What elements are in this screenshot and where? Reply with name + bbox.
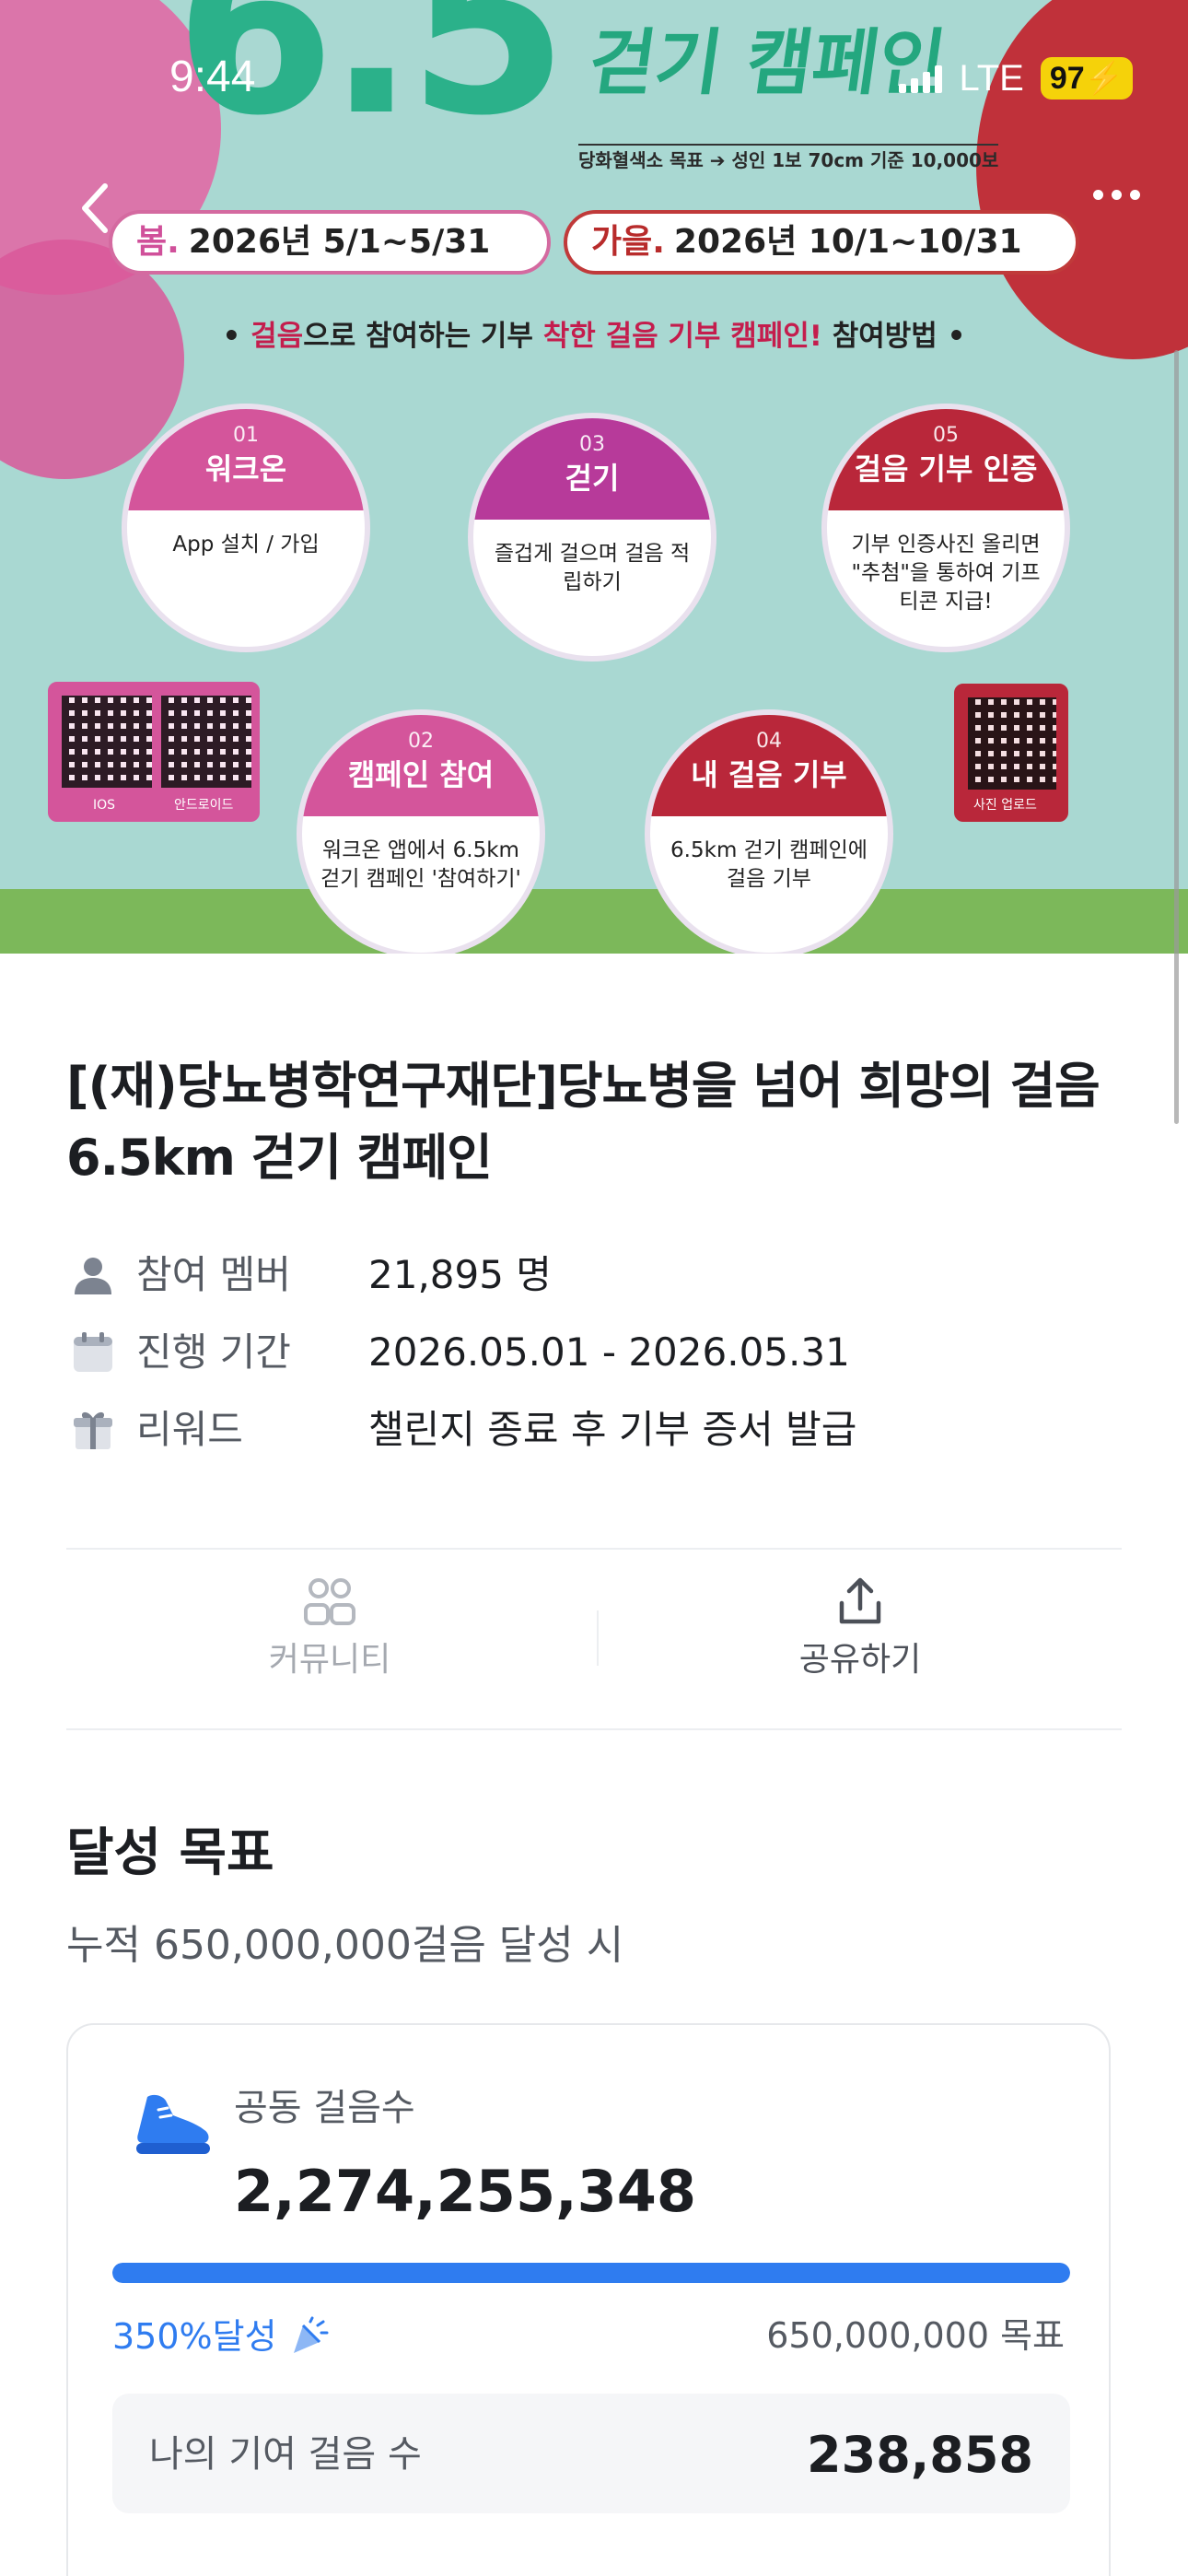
banner-subline: 당화혈색소 목표 ➔ 성인 1보 70cm 기준 10,000보 — [578, 144, 999, 170]
howto-campaign: 착한 걸음 기부 캠페인! — [542, 320, 822, 353]
maple-tree-decoration — [976, 0, 1188, 359]
spring-tag: 봄. — [136, 223, 180, 261]
share-button[interactable]: 공유하기 — [676, 1575, 1044, 1677]
step-desc: 6.5km 걷기 캠페인에 걸음 기부 — [670, 838, 868, 892]
reward-label: 리워드 — [136, 1407, 243, 1452]
fall-tag: 가을. — [591, 223, 665, 261]
signal-icon — [899, 64, 943, 93]
step-title: 캠페인 참여 — [347, 757, 495, 792]
shared-steps-label: 공동 걸음수 — [234, 2087, 415, 2129]
step-number: 02 — [408, 730, 434, 753]
step-number: 04 — [756, 730, 782, 753]
divider — [66, 1728, 1122, 1730]
my-contribution-label: 나의 기여 걸음 수 — [149, 2433, 422, 2476]
calendar-icon — [74, 1332, 112, 1372]
period-row: 진행 기간 2026.05.01 - 2026.05.31 — [70, 1325, 850, 1380]
battery-level: 97 — [1049, 61, 1085, 96]
more-options-button[interactable] — [1093, 190, 1140, 200]
party-popper-icon — [293, 2316, 329, 2353]
qr-code-box-upload: 사진 업로드 — [954, 684, 1068, 822]
step-title: 걸음 기부 인증 — [854, 451, 1038, 486]
community-icon — [304, 1578, 355, 1625]
achievement-text: 350%달성 — [112, 2316, 277, 2357]
chevron-left-icon — [82, 183, 108, 233]
network-type: LTE — [959, 58, 1024, 99]
dot-icon — [1093, 190, 1103, 200]
divider — [66, 1548, 1122, 1550]
steps-progress-card: 공동 걸음수 2,274,255,348 350%달성 650,000,000 … — [66, 2023, 1111, 2576]
banner-howto-line: • 걸음으로 참여하는 기부 착한 걸음 기부 캠페인! 참여방법 • — [0, 322, 1188, 351]
step-05-circle: 05 걸음 기부 인증 기부 인증사진 올리면 "추첨"을 통하여 기프티콘 지급… — [821, 404, 1070, 652]
step-desc: 즐겁게 걸으며 걸음 적립하기 — [494, 542, 691, 595]
status-time: 9:44 — [169, 53, 256, 101]
step-title: 걷기 — [565, 461, 620, 496]
my-contribution-value: 238,858 — [807, 2426, 1033, 2484]
goal-heading: 달성 목표 — [66, 1823, 274, 1883]
dot-icon — [1112, 190, 1122, 200]
grass-decoration — [0, 889, 1188, 954]
qr-caption-ios: IOS — [93, 798, 116, 813]
sneaker-icon — [136, 2094, 210, 2154]
step-desc: App 설치 / 가입 — [172, 533, 320, 556]
members-label: 참여 멤버 — [136, 1252, 291, 1297]
my-contribution-box: 나의 기여 걸음 수 238,858 — [112, 2394, 1070, 2513]
howto-mid: 으로 참여하는 기부 — [303, 320, 543, 353]
reward-value: 챌린지 종료 후 기부 증서 발급 — [368, 1407, 857, 1452]
howto-walk: 걸음 — [250, 320, 304, 353]
back-button[interactable] — [77, 181, 114, 236]
qr-caption-upload: 사진 업로드 — [973, 798, 1037, 813]
howto-prefix: • — [222, 320, 251, 353]
reward-row: 리워드 챌린지 종료 후 기부 증서 발급 — [70, 1402, 856, 1458]
campaign-title: [(재)당뇨병학연구재단]당뇨병을 넘어 희망의 걸음 6.5km 걷기 캠페인 — [66, 1057, 1101, 1188]
qr-code-upload — [968, 697, 1056, 790]
period-label: 진행 기간 — [136, 1329, 291, 1375]
step-number: 01 — [233, 424, 259, 447]
step-number: 05 — [933, 424, 959, 447]
share-icon — [839, 1577, 881, 1624]
members-value: 21,895 명 — [368, 1252, 552, 1297]
qr-code-android — [161, 696, 251, 788]
step-number: 03 — [579, 433, 605, 456]
status-indicators: LTE 97⚡ — [899, 57, 1133, 100]
members-row: 참여 멤버 21,895 명 — [70, 1247, 552, 1303]
gift-icon — [74, 1411, 112, 1449]
battery-indicator: 97⚡ — [1040, 57, 1133, 100]
howto-suffix: 참여방법 • — [821, 320, 966, 353]
banner-headline: 걷기 캠페인 — [583, 22, 951, 105]
campaign-banner-image: 6.5 걷기 캠페인 당화혈색소 목표 ➔ 성인 1보 70cm 기준 10,0… — [0, 0, 1188, 954]
qr-code-ios — [62, 696, 152, 788]
step-desc: 워크온 앱에서 6.5km 걷기 캠페인 '참여하기' — [320, 838, 521, 892]
community-label: 커뮤니티 — [268, 1641, 391, 1679]
fall-period-pill: 가을. 2026년 10/1~10/31 — [564, 210, 1079, 275]
community-button[interactable]: 커뮤니티 — [146, 1575, 514, 1677]
goal-target: 650,000,000 목표 — [766, 2315, 1065, 2356]
step-02-circle: 02 캠페인 참여 워크온 앱에서 6.5km 걷기 캠페인 '참여하기' — [297, 709, 545, 954]
period-value: 2026.05.01 - 2026.05.31 — [368, 1329, 850, 1375]
person-icon — [75, 1258, 111, 1294]
shared-steps-total: 2,274,255,348 — [234, 2158, 697, 2225]
action-separator — [597, 1610, 599, 1666]
dot-icon — [1130, 190, 1140, 200]
fall-dates: 2026년 10/1~10/31 — [673, 223, 1022, 261]
spring-dates: 2026년 5/1~5/31 — [188, 223, 491, 261]
scrollbar[interactable] — [1174, 350, 1179, 1124]
step-title: 워크온 — [204, 451, 287, 486]
progress-bar — [112, 2263, 1070, 2283]
spring-period-pill: 봄. 2026년 5/1~5/31 — [109, 210, 551, 275]
qr-code-box: IOS 안드로이드 — [48, 682, 260, 822]
achievement-rate: 350%달성 — [112, 2316, 329, 2357]
share-label: 공유하기 — [798, 1641, 922, 1679]
step-04-circle: 04 내 걸음 기부 6.5km 걷기 캠페인에 걸음 기부 — [645, 709, 893, 954]
step-title: 내 걸음 기부 — [691, 757, 847, 792]
progress-bar-fill — [112, 2263, 1070, 2283]
qr-caption-android: 안드로이드 — [174, 798, 234, 813]
step-03-circle: 03 걷기 즐겁게 걸으며 걸음 적립하기 — [468, 413, 716, 662]
goal-subtitle: 누적 650,000,000걸음 달성 시 — [66, 1922, 624, 1969]
step-desc: 기부 인증사진 올리면 "추첨"을 통하여 기프티콘 지급! — [851, 533, 1041, 615]
step-01-circle: 01 워크온 App 설치 / 가입 — [122, 404, 370, 652]
